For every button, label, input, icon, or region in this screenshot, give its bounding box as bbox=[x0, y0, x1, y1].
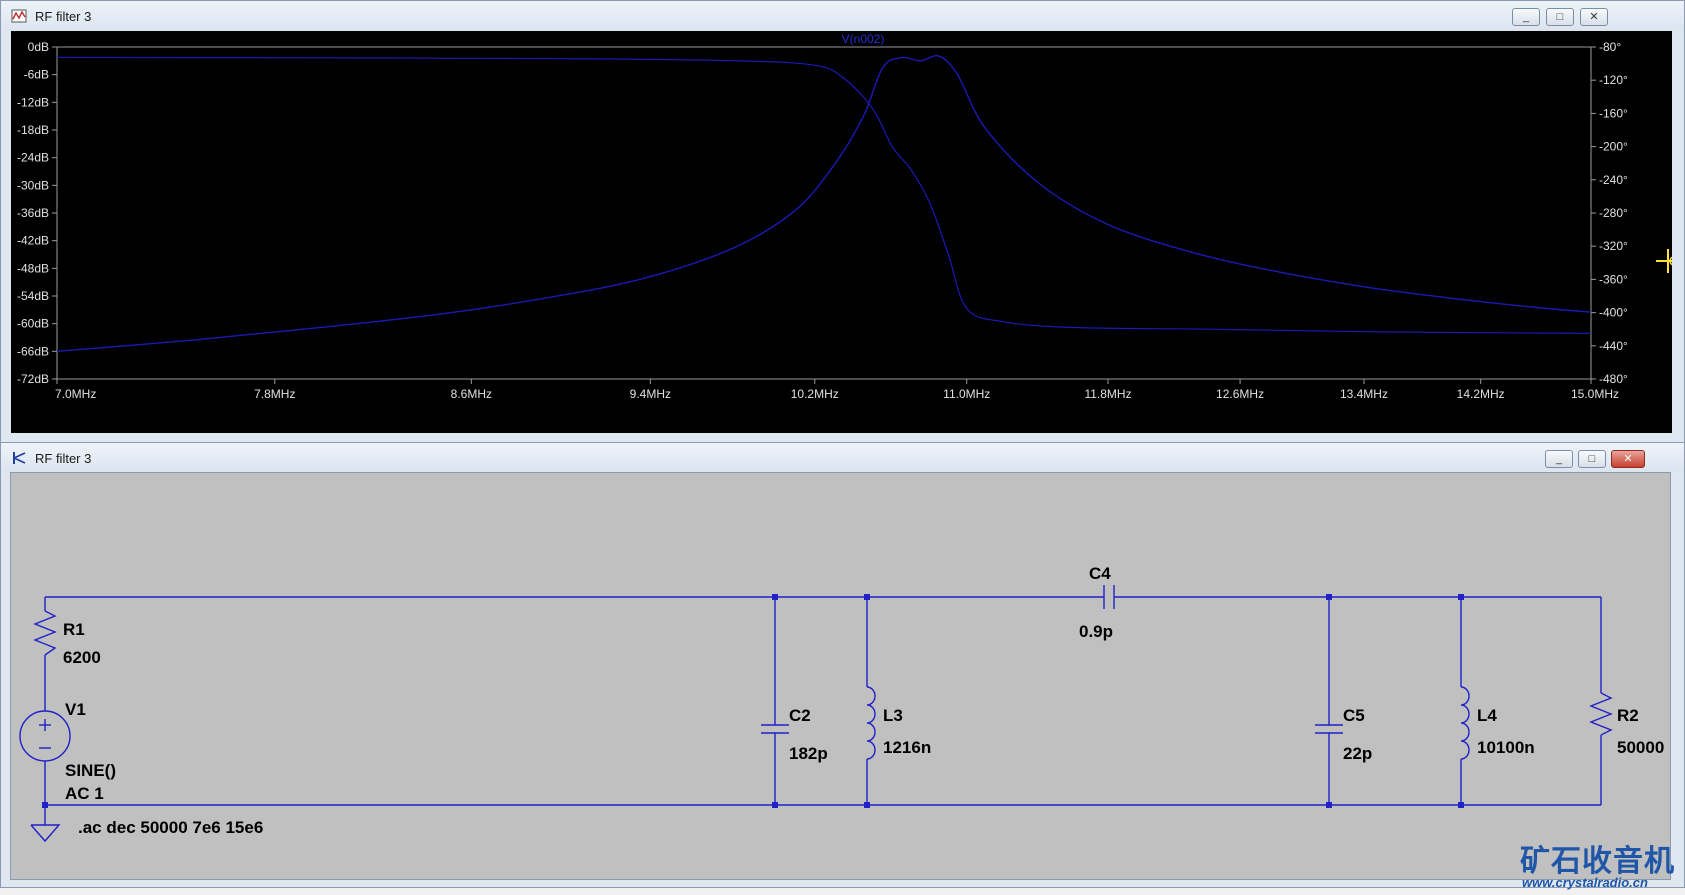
schematic-window-title: RF filter 3 bbox=[35, 451, 92, 466]
x-tick-label: 15.0MHz bbox=[1571, 387, 1619, 401]
l3-value[interactable]: 1216n bbox=[883, 738, 931, 757]
x-tick-label: 9.4MHz bbox=[630, 387, 671, 401]
c5-name[interactable]: C5 bbox=[1343, 706, 1365, 725]
c5-value[interactable]: 22p bbox=[1343, 744, 1372, 763]
schematic-app-icon bbox=[13, 452, 26, 464]
x-tick-label: 8.6MHz bbox=[451, 387, 492, 401]
close-button[interactable]: ✕ bbox=[1611, 450, 1645, 468]
waveform-titlebar[interactable]: RF filter 3 _ □ ✕ bbox=[1, 1, 1684, 31]
ground-symbol bbox=[30, 824, 61, 843]
inductor-l3[interactable] bbox=[866, 686, 876, 760]
schematic-canvas[interactable]: R1 6200 V1 SINE() AC 1 .ac dec 50000 7e6… bbox=[10, 472, 1671, 880]
voltage-source-v1[interactable] bbox=[19, 710, 71, 762]
x-tick-label: 11.0MHz bbox=[943, 387, 990, 401]
plot-area[interactable]: 0dB -6dB -12dB -18dB -24dB -30dB -36dB -42dB -48… bbox=[11, 31, 1679, 433]
y-tick-label-left: -6dB bbox=[24, 68, 49, 82]
minimize-button[interactable]: _ bbox=[1512, 8, 1540, 26]
bode-plot[interactable]: 0dB -6dB -12dB -18dB -24dB -30dB -36dB -42dB -48… bbox=[11, 31, 1679, 433]
close-button[interactable]: ✕ bbox=[1580, 8, 1608, 26]
x-tick-label: 7.0MHz bbox=[55, 387, 96, 401]
v1-ac-value[interactable]: AC 1 bbox=[65, 784, 104, 803]
y-tick-label-left: -54dB bbox=[17, 289, 49, 303]
x-tick-label: 7.8MHz bbox=[254, 387, 295, 401]
junction-dot bbox=[1326, 594, 1332, 600]
watermark-text: 矿石收音机 bbox=[1520, 844, 1675, 879]
y-tick-label-right: -160° bbox=[1599, 106, 1628, 120]
junction-dot bbox=[1326, 802, 1332, 808]
y-tick-label-left: -12dB bbox=[17, 95, 49, 109]
x-tick-label: 10.2MHz bbox=[791, 387, 839, 401]
watermark-url: www.crystalradio.cn bbox=[1522, 875, 1648, 890]
junction-dot bbox=[864, 802, 870, 808]
waveform-window-title: RF filter 3 bbox=[35, 9, 92, 24]
y-tick-label-right: -280° bbox=[1599, 206, 1628, 220]
y-tick-label-right: -400° bbox=[1599, 306, 1628, 320]
junction-dot bbox=[772, 594, 778, 600]
y-tick-label-right: -320° bbox=[1599, 239, 1628, 253]
resistor-r2[interactable] bbox=[1589, 692, 1613, 736]
y-tick-label-left: -60dB bbox=[17, 317, 49, 331]
c4-name[interactable]: C4 bbox=[1089, 564, 1111, 583]
minimize-button[interactable]: _ bbox=[1545, 450, 1573, 468]
maximize-button[interactable]: □ bbox=[1546, 8, 1574, 26]
x-tick-label: 14.2MHz bbox=[1457, 387, 1505, 401]
y-tick-label-right: -200° bbox=[1599, 140, 1628, 154]
x-tick-label: 13.4MHz bbox=[1340, 387, 1388, 401]
schematic-svg[interactable]: R1 6200 V1 SINE() AC 1 .ac dec 50000 7e6… bbox=[11, 473, 1670, 879]
junction-dot bbox=[772, 802, 778, 808]
v1-value[interactable]: SINE() bbox=[65, 761, 116, 780]
magnitude-trace[interactable] bbox=[56, 55, 1592, 352]
y-tick-label-left: -48dB bbox=[17, 261, 49, 275]
resistor-r1[interactable] bbox=[33, 610, 57, 656]
crosshair-cursor-icon[interactable] bbox=[1656, 249, 1679, 273]
l4-name[interactable]: L4 bbox=[1477, 706, 1497, 725]
c2-value[interactable]: 182p bbox=[789, 744, 828, 763]
trace-label[interactable]: V(n002) bbox=[842, 32, 885, 46]
l4-value[interactable]: 10100n bbox=[1477, 738, 1535, 757]
c2-name[interactable]: C2 bbox=[789, 706, 811, 725]
y-tick-label-left: -72dB bbox=[17, 372, 49, 386]
y-tick-label-left: -42dB bbox=[17, 234, 49, 248]
inductor-l4[interactable] bbox=[1460, 686, 1470, 760]
spice-directive[interactable]: .ac dec 50000 7e6 15e6 bbox=[78, 818, 263, 837]
r2-name[interactable]: R2 bbox=[1617, 706, 1639, 725]
y-tick-label-right: -80° bbox=[1599, 40, 1621, 54]
plot-frame bbox=[56, 46, 1592, 380]
maximize-button[interactable]: □ bbox=[1578, 450, 1606, 468]
y-tick-label-left: 0dB bbox=[28, 40, 49, 54]
y-tick-label-right: -480° bbox=[1599, 372, 1628, 386]
y-tick-label-right: -440° bbox=[1599, 339, 1628, 353]
schematic-titlebar[interactable]: RF filter 3 _ □ ✕ bbox=[1, 443, 1684, 473]
y-tick-label-left: -30dB bbox=[17, 178, 49, 192]
y-tick-label-left: -18dB bbox=[17, 123, 49, 137]
x-tick-label: 11.8MHz bbox=[1084, 387, 1131, 401]
junction-dot bbox=[864, 594, 870, 600]
y-tick-label-left: -24dB bbox=[17, 151, 49, 165]
waveform-window: RF filter 3 _ □ ✕ 0dB -6dB -12dB -18dB -24dB… bbox=[0, 0, 1685, 445]
junction-dot bbox=[1458, 802, 1464, 808]
r2-value[interactable]: 50000 bbox=[1617, 738, 1664, 757]
y-tick-label-right: -120° bbox=[1599, 73, 1628, 87]
c4-value[interactable]: 0.9p bbox=[1079, 622, 1113, 641]
junction-dot bbox=[42, 802, 48, 808]
r1-value[interactable]: 6200 bbox=[63, 648, 101, 667]
v1-name[interactable]: V1 bbox=[65, 700, 86, 719]
x-tick-label: 12.6MHz bbox=[1216, 387, 1264, 401]
y-tick-label-right: -360° bbox=[1599, 272, 1628, 286]
y-tick-label-left: -36dB bbox=[17, 206, 49, 220]
junction-dot bbox=[1458, 594, 1464, 600]
l3-name[interactable]: L3 bbox=[883, 706, 903, 725]
r1-name[interactable]: R1 bbox=[63, 620, 85, 639]
watermark-logo: 矿石收音机 www.crystalradio.cn bbox=[1520, 836, 1685, 895]
y-tick-label-right: -240° bbox=[1599, 173, 1628, 187]
y-tick-label-left: -66dB bbox=[17, 344, 49, 358]
phase-trace[interactable] bbox=[56, 56, 1592, 334]
waveform-app-icon bbox=[11, 9, 27, 23]
